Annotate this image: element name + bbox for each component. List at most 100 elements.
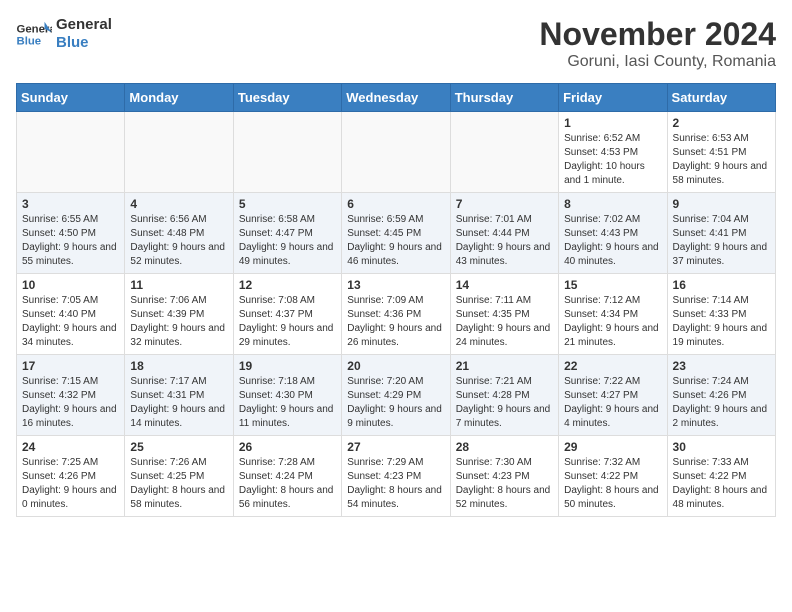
day-info: Sunrise: 7:05 AM Sunset: 4:40 PM Dayligh… [22, 294, 119, 350]
day-cell: 25 Sunrise: 7:26 AM Sunset: 4:25 PM Dayli… [125, 436, 233, 517]
day-number: 5 [239, 197, 336, 211]
day-cell: 29 Sunrise: 7:32 AM Sunset: 4:22 PM Dayli… [559, 436, 667, 517]
day-number: 24 [22, 440, 119, 454]
day-cell: 15 Sunrise: 7:12 AM Sunset: 4:34 PM Dayli… [559, 274, 667, 355]
day-info: Sunrise: 6:55 AM Sunset: 4:50 PM Dayligh… [22, 213, 119, 269]
day-info: Sunrise: 7:06 AM Sunset: 4:39 PM Dayligh… [130, 294, 227, 350]
logo: General Blue General Blue [16, 16, 112, 52]
day-info: Sunrise: 7:11 AM Sunset: 4:35 PM Dayligh… [456, 294, 553, 350]
day-info: Sunrise: 7:08 AM Sunset: 4:37 PM Dayligh… [239, 294, 336, 350]
day-number: 12 [239, 278, 336, 292]
day-info: Sunrise: 7:14 AM Sunset: 4:33 PM Dayligh… [673, 294, 770, 350]
day-info: Sunrise: 7:20 AM Sunset: 4:29 PM Dayligh… [347, 375, 444, 431]
day-number: 16 [673, 278, 770, 292]
week-row-3: 10 Sunrise: 7:05 AM Sunset: 4:40 PM Dayli… [17, 274, 776, 355]
day-header-wednesday: Wednesday [342, 84, 450, 112]
day-number: 15 [564, 278, 661, 292]
day-cell: 2 Sunrise: 6:53 AM Sunset: 4:51 PM Daylig… [667, 112, 775, 193]
day-info: Sunrise: 7:09 AM Sunset: 4:36 PM Dayligh… [347, 294, 444, 350]
day-cell: 6 Sunrise: 6:59 AM Sunset: 4:45 PM Daylig… [342, 193, 450, 274]
day-number: 10 [22, 278, 119, 292]
day-cell: 24 Sunrise: 7:25 AM Sunset: 4:26 PM Dayli… [17, 436, 125, 517]
day-info: Sunrise: 7:25 AM Sunset: 4:26 PM Dayligh… [22, 456, 119, 512]
day-number: 3 [22, 197, 119, 211]
day-cell: 23 Sunrise: 7:24 AM Sunset: 4:26 PM Dayli… [667, 355, 775, 436]
day-number: 13 [347, 278, 444, 292]
day-number: 14 [456, 278, 553, 292]
day-header-sunday: Sunday [17, 84, 125, 112]
day-cell: 5 Sunrise: 6:58 AM Sunset: 4:47 PM Daylig… [233, 193, 341, 274]
day-info: Sunrise: 7:33 AM Sunset: 4:22 PM Dayligh… [673, 456, 770, 512]
day-number: 1 [564, 116, 661, 130]
day-cell: 14 Sunrise: 7:11 AM Sunset: 4:35 PM Dayli… [450, 274, 558, 355]
day-info: Sunrise: 7:28 AM Sunset: 4:24 PM Dayligh… [239, 456, 336, 512]
day-cell: 27 Sunrise: 7:29 AM Sunset: 4:23 PM Dayli… [342, 436, 450, 517]
day-number: 26 [239, 440, 336, 454]
day-info: Sunrise: 7:29 AM Sunset: 4:23 PM Dayligh… [347, 456, 444, 512]
day-number: 30 [673, 440, 770, 454]
day-number: 27 [347, 440, 444, 454]
day-info: Sunrise: 7:30 AM Sunset: 4:23 PM Dayligh… [456, 456, 553, 512]
day-cell: 11 Sunrise: 7:06 AM Sunset: 4:39 PM Dayli… [125, 274, 233, 355]
day-cell: 1 Sunrise: 6:52 AM Sunset: 4:53 PM Daylig… [559, 112, 667, 193]
day-cell [125, 112, 233, 193]
day-header-monday: Monday [125, 84, 233, 112]
title-area: November 2024 Goruni, Iasi County, Roman… [539, 16, 776, 71]
day-number: 7 [456, 197, 553, 211]
day-cell: 4Sunrise: 6:56 AM Sunset: 4:48 PM Daylig… [125, 193, 233, 274]
day-info: Sunrise: 7:26 AM Sunset: 4:25 PM Dayligh… [130, 456, 227, 512]
day-cell: 17 Sunrise: 7:15 AM Sunset: 4:32 PM Dayli… [17, 355, 125, 436]
svg-text:Blue: Blue [17, 36, 42, 48]
day-number: 6 [347, 197, 444, 211]
day-number: 28 [456, 440, 553, 454]
day-cell: 28 Sunrise: 7:30 AM Sunset: 4:23 PM Dayli… [450, 436, 558, 517]
day-header-thursday: Thursday [450, 84, 558, 112]
day-info: Sunrise: 6:52 AM Sunset: 4:53 PM Dayligh… [564, 132, 661, 188]
day-info: Sunrise: 7:24 AM Sunset: 4:26 PM Dayligh… [673, 375, 770, 431]
subtitle: Goruni, Iasi County, Romania [539, 53, 776, 71]
day-info: Sunrise: 7:18 AM Sunset: 4:30 PM Dayligh… [239, 375, 336, 431]
day-number: 17 [22, 359, 119, 373]
calendar-header-row: SundayMondayTuesdayWednesdayThursdayFrid… [17, 84, 776, 112]
day-number: 18 [130, 359, 227, 373]
day-cell: 10 Sunrise: 7:05 AM Sunset: 4:40 PM Dayli… [17, 274, 125, 355]
day-info: Sunrise: 7:32 AM Sunset: 4:22 PM Dayligh… [564, 456, 661, 512]
day-cell: 16 Sunrise: 7:14 AM Sunset: 4:33 PM Dayli… [667, 274, 775, 355]
day-info: Sunrise: 7:21 AM Sunset: 4:28 PM Dayligh… [456, 375, 553, 431]
day-info: Sunrise: 7:04 AM Sunset: 4:41 PM Dayligh… [673, 213, 770, 269]
day-cell: 26 Sunrise: 7:28 AM Sunset: 4:24 PM Dayli… [233, 436, 341, 517]
day-cell: 19Sunrise: 7:18 AM Sunset: 4:30 PM Dayli… [233, 355, 341, 436]
main-title: November 2024 [539, 16, 776, 53]
day-info: Sunrise: 7:17 AM Sunset: 4:31 PM Dayligh… [130, 375, 227, 431]
day-cell [342, 112, 450, 193]
day-number: 29 [564, 440, 661, 454]
day-cell: 3 Sunrise: 6:55 AM Sunset: 4:50 PM Daylig… [17, 193, 125, 274]
day-cell: 13 Sunrise: 7:09 AM Sunset: 4:36 PM Dayli… [342, 274, 450, 355]
day-number: 23 [673, 359, 770, 373]
week-row-1: 1 Sunrise: 6:52 AM Sunset: 4:53 PM Daylig… [17, 112, 776, 193]
calendar-body: 1 Sunrise: 6:52 AM Sunset: 4:53 PM Daylig… [17, 112, 776, 517]
logo-line1: General [56, 16, 112, 34]
week-row-4: 17 Sunrise: 7:15 AM Sunset: 4:32 PM Dayli… [17, 355, 776, 436]
day-info: Sunrise: 6:53 AM Sunset: 4:51 PM Dayligh… [673, 132, 770, 188]
day-number: 22 [564, 359, 661, 373]
day-number: 11 [130, 278, 227, 292]
day-cell: 21Sunrise: 7:21 AM Sunset: 4:28 PM Dayli… [450, 355, 558, 436]
day-header-saturday: Saturday [667, 84, 775, 112]
day-cell: 8 Sunrise: 7:02 AM Sunset: 4:43 PM Daylig… [559, 193, 667, 274]
day-cell: 9Sunrise: 7:04 AM Sunset: 4:41 PM Daylig… [667, 193, 775, 274]
day-cell [17, 112, 125, 193]
day-number: 8 [564, 197, 661, 211]
day-cell: 18 Sunrise: 7:17 AM Sunset: 4:31 PM Dayli… [125, 355, 233, 436]
day-number: 2 [673, 116, 770, 130]
day-info: Sunrise: 7:22 AM Sunset: 4:27 PM Dayligh… [564, 375, 661, 431]
header: General Blue General Blue November 2024 … [16, 16, 776, 71]
day-info: Sunrise: 7:15 AM Sunset: 4:32 PM Dayligh… [22, 375, 119, 431]
day-info: Sunrise: 7:02 AM Sunset: 4:43 PM Dayligh… [564, 213, 661, 269]
day-info: Sunrise: 7:12 AM Sunset: 4:34 PM Dayligh… [564, 294, 661, 350]
day-info: Sunrise: 6:58 AM Sunset: 4:47 PM Dayligh… [239, 213, 336, 269]
day-number: 25 [130, 440, 227, 454]
day-info: Sunrise: 6:59 AM Sunset: 4:45 PM Dayligh… [347, 213, 444, 269]
day-cell: 12 Sunrise: 7:08 AM Sunset: 4:37 PM Dayli… [233, 274, 341, 355]
day-info: Sunrise: 6:56 AM Sunset: 4:48 PM Dayligh… [130, 213, 227, 269]
